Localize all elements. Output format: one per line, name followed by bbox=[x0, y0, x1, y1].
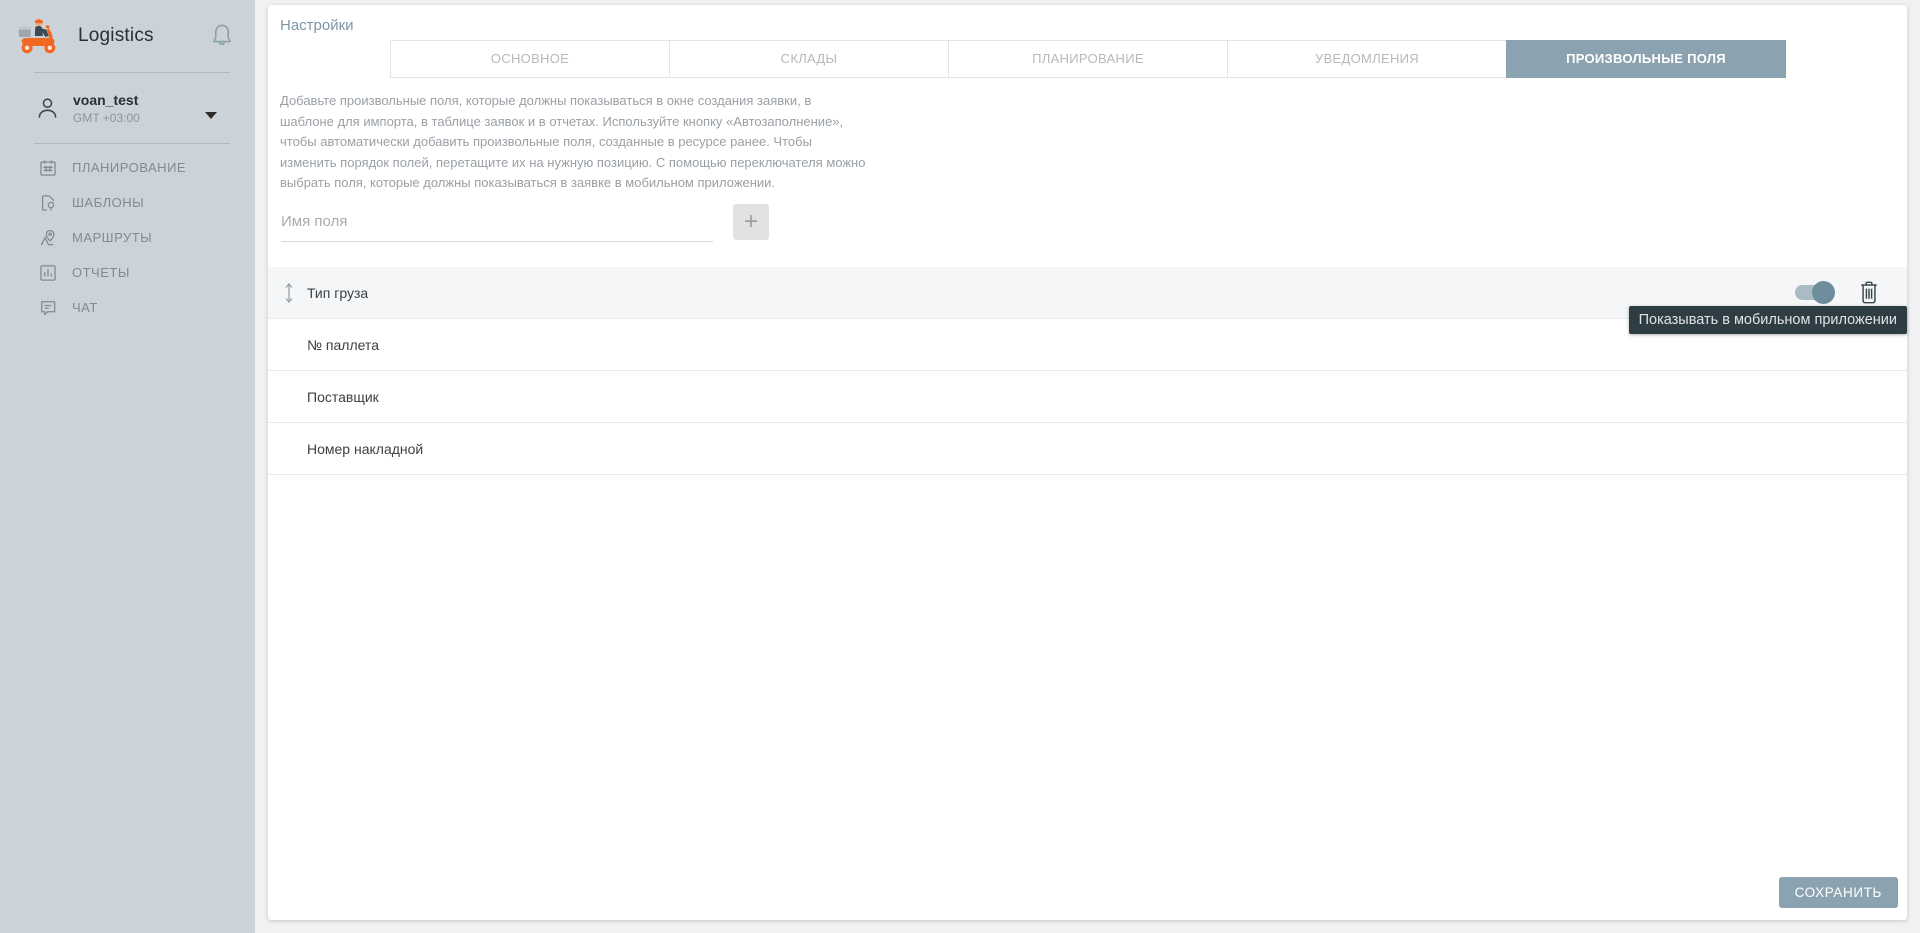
mobile-visibility-toggle[interactable] bbox=[1795, 285, 1833, 300]
field-row-supplier[interactable]: Поставщик bbox=[268, 371, 1907, 423]
drag-handle-icon[interactable] bbox=[283, 281, 295, 305]
add-field-form: + bbox=[281, 202, 769, 242]
user-timezone: GMT +03:00 bbox=[73, 111, 140, 125]
chat-bubble-icon bbox=[38, 298, 58, 318]
bar-chart-icon bbox=[38, 263, 58, 283]
sidebar-item-reports[interactable]: ОТЧЕТЫ bbox=[0, 255, 255, 290]
sidebar-item-routes[interactable]: МАРШРУТЫ bbox=[0, 220, 255, 255]
page-title: Настройки bbox=[280, 17, 354, 34]
field-row-invoice-number[interactable]: Номер накладной bbox=[268, 423, 1907, 475]
sidebar-item-label: ПЛАНИРОВАНИЕ bbox=[72, 160, 186, 175]
sidebar-header: Logistics bbox=[0, 0, 255, 72]
toggle-knob bbox=[1812, 281, 1835, 304]
sidebar-nav: ПЛАНИРОВАНИЕ ШАБЛОНЫ МАРШРУ bbox=[0, 150, 255, 325]
calendar-icon bbox=[38, 158, 58, 178]
person-icon bbox=[36, 95, 59, 121]
sidebar-item-label: ЧАТ bbox=[72, 300, 98, 315]
user-info: voan_test GMT +03:00 bbox=[73, 92, 140, 125]
delivery-scooter-icon bbox=[16, 16, 60, 56]
sidebar-item-chat[interactable]: ЧАТ bbox=[0, 290, 255, 325]
user-menu[interactable]: voan_test GMT +03:00 bbox=[0, 73, 255, 143]
add-field-button[interactable]: + bbox=[733, 204, 769, 240]
field-label: Номер накладной bbox=[307, 441, 423, 457]
caret-down-icon[interactable] bbox=[205, 112, 217, 119]
sidebar-item-label: ОТЧЕТЫ bbox=[72, 265, 130, 280]
template-pin-icon bbox=[38, 193, 58, 213]
field-label: № паллета bbox=[307, 337, 379, 353]
tab-custom-fields[interactable]: ПРОИЗВОЛЬНЫЕ ПОЛЯ bbox=[1506, 40, 1786, 78]
save-button[interactable]: СОХРАНИТЬ bbox=[1779, 877, 1898, 908]
app-title: Logistics bbox=[78, 25, 154, 47]
tab-notifications[interactable]: УВЕДОМЛЕНИЯ bbox=[1227, 40, 1507, 78]
sidebar-item-templates[interactable]: ШАБЛОНЫ bbox=[0, 185, 255, 220]
map-pin-icon bbox=[38, 228, 58, 248]
bell-icon[interactable] bbox=[209, 22, 235, 50]
field-label: Тип груза bbox=[307, 285, 368, 301]
sidebar-item-planning[interactable]: ПЛАНИРОВАНИЕ bbox=[0, 150, 255, 185]
trash-icon[interactable] bbox=[1856, 279, 1882, 306]
custom-fields-list: Тип груза № паллета Поставщик bbox=[268, 267, 1907, 475]
sidebar-item-label: ШАБЛОНЫ bbox=[72, 195, 144, 210]
toggle-tooltip: Показывать в мобильном приложении bbox=[1629, 306, 1907, 334]
sidebar-item-label: МАРШРУТЫ bbox=[72, 230, 152, 245]
sidebar: Logistics voan_test GMT +03:00 bbox=[0, 0, 255, 933]
settings-panel: Настройки ОСНОВНОЕ СКЛАДЫ ПЛАНИРОВАНИЕ У… bbox=[268, 5, 1907, 920]
row-controls bbox=[1795, 279, 1907, 306]
field-name-input[interactable] bbox=[281, 202, 713, 242]
field-label: Поставщик bbox=[307, 389, 379, 405]
sidebar-divider bbox=[34, 143, 230, 144]
custom-fields-description: Добавьте произвольные поля, которые долж… bbox=[280, 91, 868, 194]
tab-main[interactable]: ОСНОВНОЕ bbox=[390, 40, 670, 78]
tab-planning[interactable]: ПЛАНИРОВАНИЕ bbox=[948, 40, 1228, 78]
settings-tabs: ОСНОВНОЕ СКЛАДЫ ПЛАНИРОВАНИЕ УВЕДОМЛЕНИЯ… bbox=[390, 40, 1786, 78]
user-name: voan_test bbox=[73, 92, 140, 108]
tab-warehouses[interactable]: СКЛАДЫ bbox=[669, 40, 949, 78]
